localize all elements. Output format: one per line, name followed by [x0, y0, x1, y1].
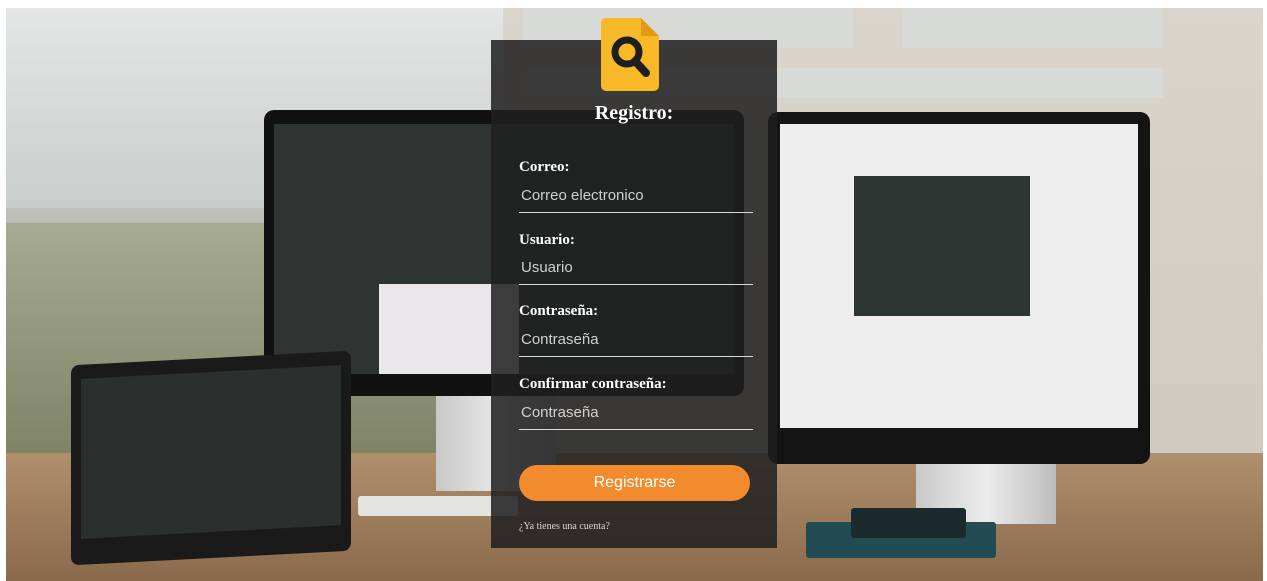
confirm-password-input[interactable] — [519, 396, 753, 430]
login-link[interactable]: ¿Ya tienes una cuenta? — [519, 521, 610, 532]
email-input[interactable] — [519, 179, 753, 213]
password-input[interactable] — [519, 323, 753, 357]
register-button[interactable]: Registrarse — [519, 465, 750, 501]
search-document-icon — [601, 18, 659, 91]
email-label: Correo: — [519, 159, 570, 175]
confirm-password-label: Confirmar contraseña: — [519, 376, 667, 392]
username-input[interactable] — [519, 251, 753, 285]
password-label: Contraseña: — [519, 303, 599, 319]
username-label: Usuario: — [519, 232, 575, 248]
background-notebook — [851, 508, 966, 538]
background-laptop — [71, 350, 351, 566]
background-monitor-right — [768, 112, 1150, 464]
page-title: Registro: — [594, 102, 674, 124]
